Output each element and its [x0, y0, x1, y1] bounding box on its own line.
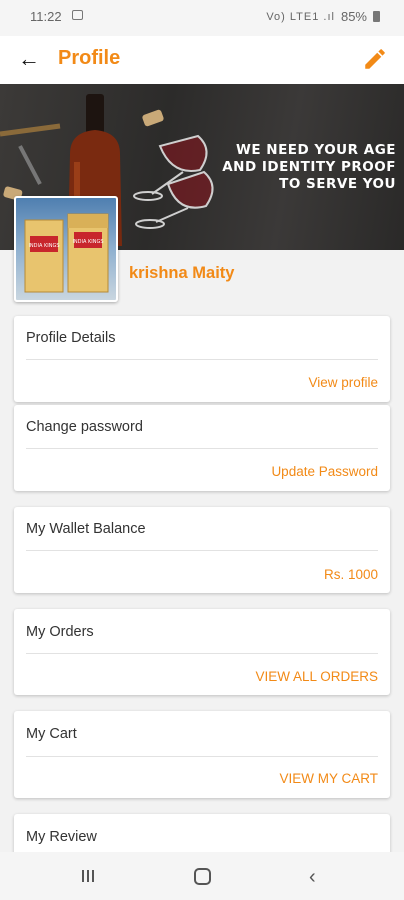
home-icon[interactable] — [194, 868, 211, 885]
divider — [26, 756, 378, 757]
back-chevron-icon[interactable]: ‹ — [309, 866, 316, 889]
card-label: My Review — [26, 829, 97, 845]
view-profile-link[interactable]: View profile — [308, 375, 378, 390]
card-label: My Orders — [26, 624, 94, 640]
corkscrew-icon — [0, 123, 61, 185]
status-time: 11:22 — [30, 9, 62, 24]
banner-line-1: WE NEED YOUR AGE — [235, 142, 396, 158]
my-orders-card: My Orders VIEW ALL ORDERS — [14, 609, 390, 695]
my-cart-card: My Cart VIEW MY CART — [14, 711, 390, 798]
update-password-link[interactable]: Update Password — [271, 464, 378, 479]
divider — [26, 448, 378, 449]
cork-icon — [142, 109, 164, 127]
pencil-icon[interactable] — [362, 46, 388, 72]
page-title: Profile — [58, 47, 121, 69]
avatar[interactable]: INDIA KINGS INDIA KINGS — [14, 196, 118, 302]
battery-icon — [373, 11, 380, 22]
card-label: Profile Details — [26, 330, 116, 346]
battery-percent: 85% — [340, 9, 367, 24]
wallet-balance-value[interactable]: Rs. 1000 — [324, 567, 378, 582]
brand-text: INDIA KINGS — [28, 243, 59, 249]
wallet-balance-card: My Wallet Balance Rs. 1000 — [14, 507, 390, 593]
divider — [26, 359, 378, 360]
status-indicators: Vo) LTE1 .ıl 85% — [266, 9, 380, 24]
image-icon — [72, 10, 83, 20]
card-label: My Wallet Balance — [26, 521, 146, 537]
arrow-left-icon[interactable]: ← — [18, 46, 40, 72]
cigarette-pack-image: INDIA KINGS INDIA KINGS — [24, 213, 109, 293]
app-bar: ← Profile — [0, 36, 404, 84]
status-bar: 11:22 Vo) LTE1 .ıl 85% — [0, 0, 404, 36]
system-nav-bar: ‹ — [0, 852, 404, 900]
card-label: My Cart — [26, 726, 77, 742]
banner-line-2: AND IDENTITY PROOF — [222, 159, 396, 175]
recents-icon[interactable] — [82, 870, 96, 882]
divider — [26, 550, 378, 551]
brand-text: INDIA KINGS — [72, 239, 103, 245]
signal-icon: Vo) LTE1 .ıl — [266, 10, 335, 23]
profile-details-card: Profile Details View profile — [14, 316, 390, 402]
view-my-cart-link[interactable]: VIEW MY CART — [279, 771, 378, 786]
banner-line-3: TO SERVE YOU — [279, 176, 396, 192]
divider — [26, 653, 378, 654]
change-password-card: Change password Update Password — [14, 405, 390, 491]
banner-text: WE NEED YOUR AGE AND IDENTITY PROOF TO S… — [222, 142, 396, 193]
user-name: krishna Maity — [129, 264, 235, 282]
card-label: Change password — [26, 419, 143, 435]
view-all-orders-link[interactable]: VIEW ALL ORDERS — [255, 669, 378, 684]
